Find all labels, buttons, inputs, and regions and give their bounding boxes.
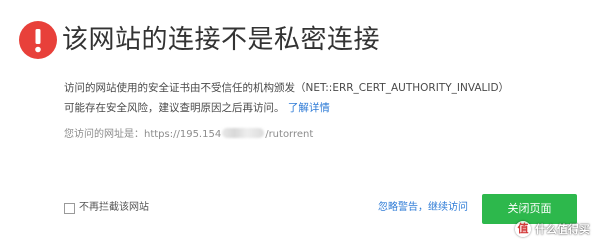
error-description: 访问的网站使用的安全证书由不受信任的机构颁发（NET::ERR_CERT_AUT… xyxy=(64,78,584,118)
url-suffix: /rutorrent xyxy=(265,129,314,140)
error-message-line-1: 访问的网站使用的安全证书由不受信任的机构颁发（NET::ERR_CERT_AUT… xyxy=(64,82,510,94)
redacted-ip-segment xyxy=(222,128,265,138)
url-prefix: 您访问的网址是：https://195.154 xyxy=(64,129,222,140)
no-intercept-label: 不再拦截该网站 xyxy=(79,202,149,213)
no-intercept-checkbox[interactable] xyxy=(64,202,75,214)
learn-more-link[interactable]: 了解详情 xyxy=(288,102,330,114)
no-intercept-checkbox-row[interactable]: 不再拦截该网站 xyxy=(64,201,149,215)
visited-url: 您访问的网址是：https://195.154/rutorrent xyxy=(64,127,313,143)
zhi-logo-icon: 值 xyxy=(515,221,531,237)
ignore-warning-link[interactable]: 忽略警告，继续访问 xyxy=(378,201,468,215)
risk-warning-text: 可能存在安全风险，建议查明原因之后再访问。 xyxy=(64,102,285,114)
watermark: 值 什么值得买 xyxy=(515,221,590,237)
page-title: 该网站的连接不是私密连接 xyxy=(62,25,381,55)
close-page-button[interactable]: 关闭页面 xyxy=(482,194,577,224)
watermark-text: 什么值得买 xyxy=(535,223,590,236)
error-message-line-2: 可能存在安全风险，建议查明原因之后再访问。 了解详情 xyxy=(64,98,584,118)
exclamation-icon xyxy=(19,21,57,59)
